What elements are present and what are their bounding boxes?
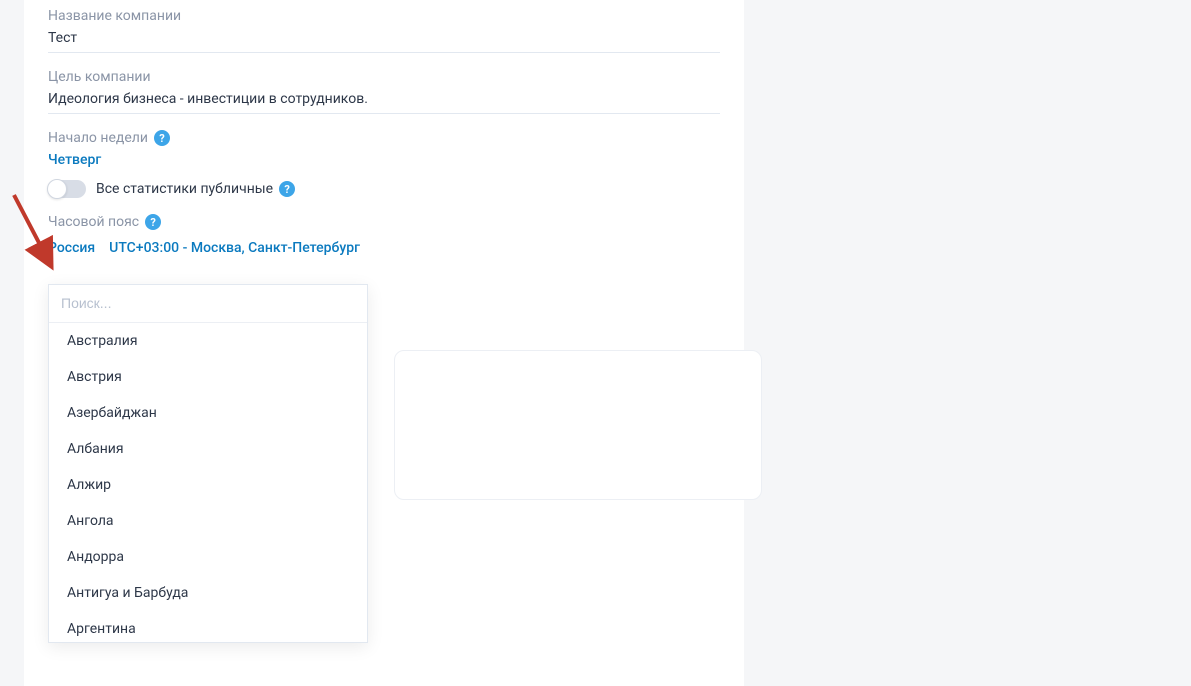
search-input[interactable] (61, 295, 355, 311)
help-icon[interactable]: ? (279, 181, 295, 197)
country-dropdown: Австралия Австрия Азербайджан Албания Ал… (48, 284, 368, 643)
help-icon[interactable]: ? (145, 214, 161, 230)
timezone-label: Часовой пояс ? (48, 214, 161, 230)
list-item[interactable]: Андорра (49, 539, 367, 575)
settings-form: Название компании Тест Цель компании Иде… (24, 0, 744, 686)
week-start-label-text: Начало недели (48, 130, 148, 146)
public-stats-label: Все статистики публичные ? (96, 181, 295, 197)
list-item[interactable]: Австралия (49, 323, 367, 359)
company-name-field: Название компании Тест (48, 0, 720, 61)
week-start-label: Начало недели ? (48, 130, 170, 146)
public-stats-toggle[interactable] (48, 180, 86, 198)
company-name-value[interactable]: Тест (48, 30, 720, 53)
list-item[interactable]: Ангола (49, 503, 367, 539)
toggle-knob (47, 179, 67, 199)
list-item[interactable]: Албания (49, 431, 367, 467)
company-name-label: Название компании (48, 8, 181, 24)
timezone-zone[interactable]: UTC+03:00 - Москва, Санкт-Петербург (109, 240, 360, 256)
public-stats-label-text: Все статистики публичные (96, 181, 273, 197)
list-item[interactable]: Антигуа и Барбуда (49, 575, 367, 611)
list-item[interactable]: Алжир (49, 467, 367, 503)
list-item[interactable]: Австрия (49, 359, 367, 395)
dropdown-search-wrap (49, 285, 367, 322)
company-goal-field: Цель компании Идеология бизнеса - инвест… (48, 61, 720, 122)
public-stats-row: Все статистики публичные ? (48, 180, 720, 198)
company-goal-value[interactable]: Идеология бизнеса - инвестиции в сотрудн… (48, 91, 720, 114)
week-start-field: Начало недели ? Четверг Все статистики п… (48, 122, 720, 206)
week-start-value[interactable]: Четверг (48, 152, 720, 168)
company-goal-label: Цель компании (48, 69, 151, 85)
background-panel (394, 350, 762, 500)
timezone-field: Часовой пояс ? Россия UTC+03:00 - Москва… (48, 206, 720, 264)
list-item[interactable]: Аргентина (49, 611, 367, 642)
list-item[interactable]: Азербайджан (49, 395, 367, 431)
timezone-label-text: Часовой пояс (48, 214, 139, 230)
timezone-country[interactable]: Россия (48, 240, 95, 256)
dropdown-list[interactable]: Австралия Австрия Азербайджан Албания Ал… (49, 322, 367, 642)
help-icon[interactable]: ? (154, 130, 170, 146)
